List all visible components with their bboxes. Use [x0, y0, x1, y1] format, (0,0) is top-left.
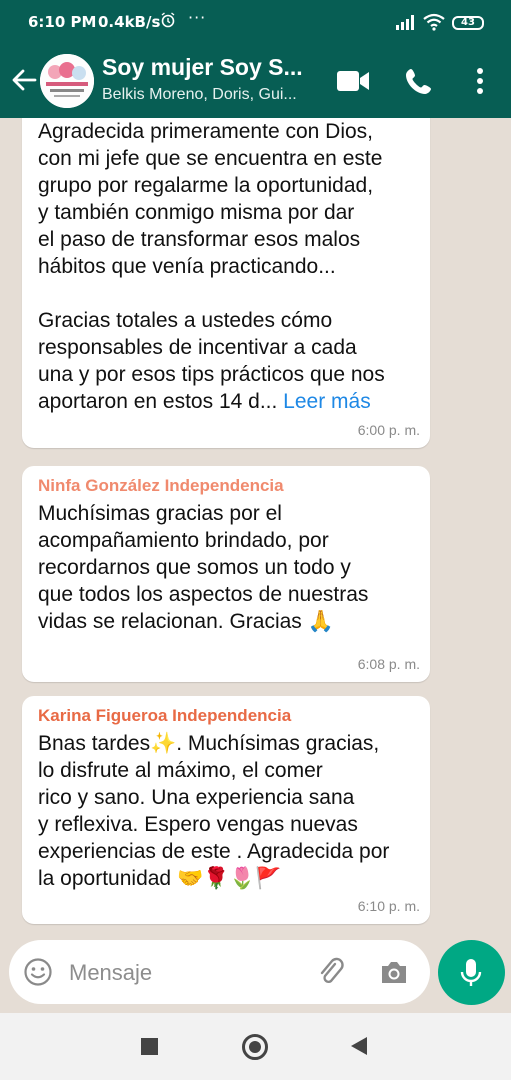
message-input[interactable]: [67, 956, 311, 990]
video-call-icon[interactable]: [336, 68, 370, 94]
sender-name[interactable]: Karina Figueroa Independencia: [38, 706, 414, 726]
mic-button[interactable]: [438, 940, 505, 1005]
chat-participants[interactable]: Belkis Moreno, Doris, Gui...: [102, 86, 297, 104]
message-time: 6:00 p. m.: [357, 422, 420, 438]
network-speed: 0.4kB/s: [98, 13, 161, 31]
more-notifications-indicator: ···: [188, 8, 207, 27]
message-bubble[interactable]: Ninfa González Independencia Muchísimas …: [22, 466, 430, 682]
mic-icon: [460, 959, 482, 986]
group-avatar[interactable]: [40, 54, 94, 108]
status-bar: 6:10 PM 0.4kB/s ··· 43: [0, 0, 511, 44]
alarm-icon: [161, 12, 175, 28]
system-nav-bar: [0, 1013, 511, 1080]
message-bubble[interactable]: Karina Figueroa Independencia Bnas tarde…: [22, 696, 430, 924]
signal-icon: [396, 15, 414, 30]
message-text: Agradecida primeramente con Dios, con mi…: [38, 120, 385, 413]
message-time: 6:10 p. m.: [357, 898, 420, 914]
more-vert-icon[interactable]: [470, 66, 490, 96]
read-more-link[interactable]: Leer más: [283, 390, 371, 413]
message-text: Bnas tardes✨. Muchísimas gracias, lo dis…: [38, 732, 390, 890]
camera-icon[interactable]: [379, 958, 409, 986]
back-triangle-icon[interactable]: [350, 1036, 368, 1056]
message-bubble[interactable]: Agradecida primeramente con Dios, con mi…: [22, 118, 430, 448]
message-time: 6:08 p. m.: [357, 656, 420, 672]
battery-indicator: 43: [452, 16, 484, 30]
phone-icon[interactable]: [404, 66, 434, 96]
wifi-icon: [423, 13, 445, 31]
message-text: Muchísimas gracias por el acompañamiento…: [38, 502, 369, 633]
status-time: 6:10 PM: [28, 13, 97, 31]
message-composer: [9, 940, 430, 1004]
recents-button[interactable]: [141, 1038, 158, 1055]
home-button[interactable]: [242, 1034, 268, 1060]
chat-messages[interactable]: Agradecida primeramente con Dios, con mi…: [0, 118, 511, 938]
arrow-left-icon[interactable]: [10, 66, 38, 94]
chat-title[interactable]: Soy mujer Soy S...: [102, 54, 322, 81]
chat-header: Soy mujer Soy S... Belkis Moreno, Doris,…: [0, 44, 511, 118]
sender-name[interactable]: Ninfa González Independencia: [38, 476, 414, 496]
paperclip-icon[interactable]: [315, 956, 347, 988]
emoji-icon[interactable]: [23, 957, 53, 987]
